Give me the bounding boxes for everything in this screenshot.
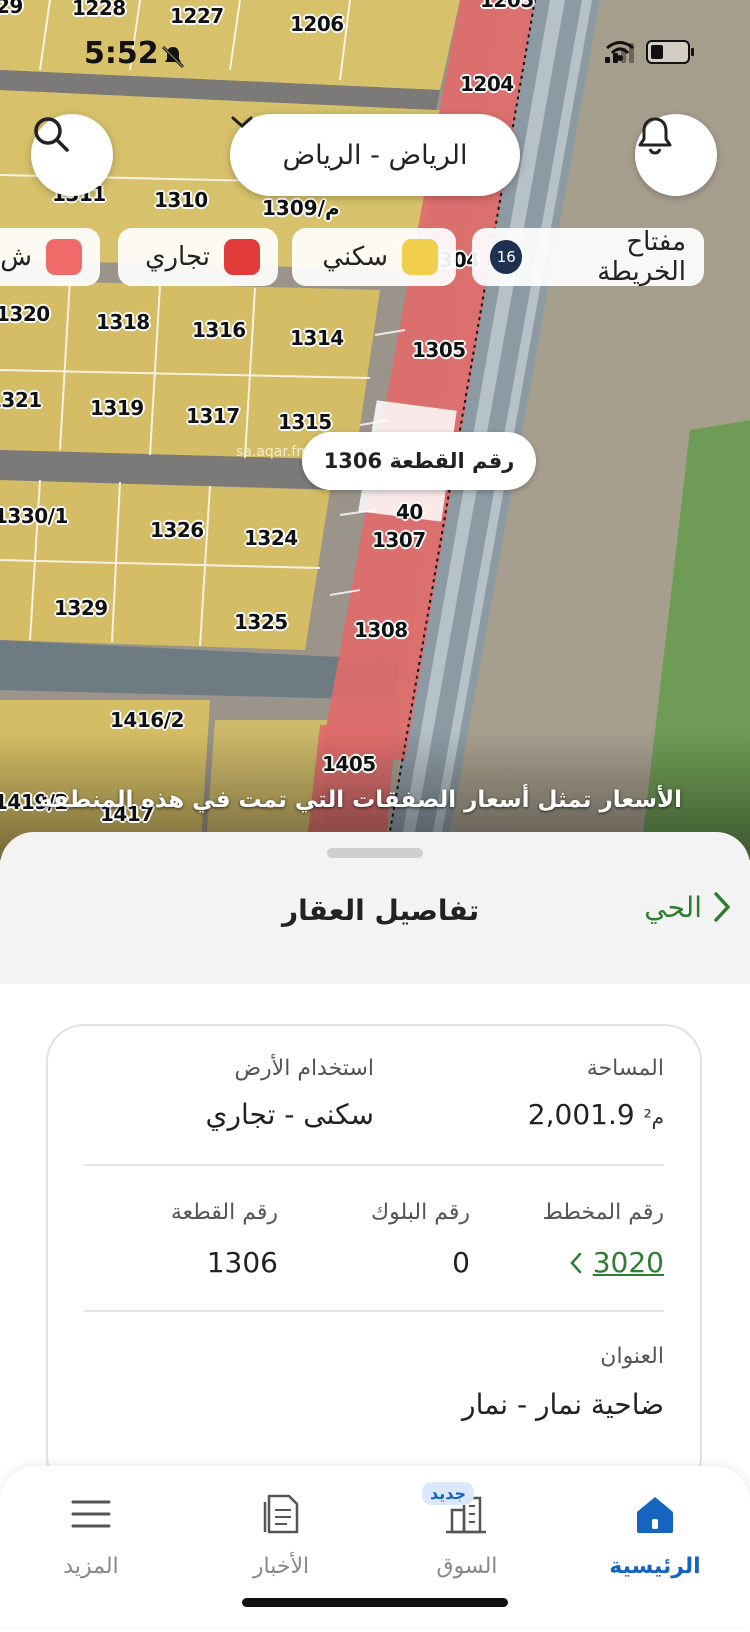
area-label: المساحة bbox=[586, 1056, 664, 1081]
plot-label[interactable]: 1324 bbox=[244, 526, 298, 550]
plot-label[interactable]: 1321 bbox=[0, 388, 42, 412]
notifications-button[interactable] bbox=[635, 114, 717, 196]
address-label: العنوان bbox=[600, 1344, 664, 1369]
tab-market[interactable]: جديد السوق bbox=[392, 1466, 542, 1586]
neighborhood-back-label: الحي bbox=[644, 890, 702, 924]
plot-label[interactable]: 1307 bbox=[372, 528, 426, 552]
plan-number-link[interactable]: 3020 bbox=[569, 1246, 664, 1279]
plot-label[interactable]: 40 bbox=[396, 500, 423, 524]
legend-item-label: تجاري bbox=[145, 242, 210, 272]
plot-label[interactable]: 1305 bbox=[412, 338, 466, 362]
chevron-down-icon bbox=[231, 116, 253, 129]
divider bbox=[84, 1164, 664, 1166]
area-unit: م² bbox=[643, 1105, 664, 1129]
address-value: ضاحية نمار - نمار bbox=[462, 1388, 664, 1421]
plot-label[interactable]: 29 bbox=[0, 0, 23, 18]
land-use-label: استخدام الأرض bbox=[234, 1056, 374, 1081]
tab-label: الرئيسية bbox=[609, 1554, 701, 1579]
plot-label[interactable]: 1330/1 bbox=[0, 504, 68, 528]
divider bbox=[84, 1310, 664, 1312]
search-icon bbox=[34, 117, 69, 152]
bell-icon bbox=[638, 117, 672, 155]
tab-more[interactable]: المزيد bbox=[16, 1466, 166, 1586]
selected-plot-label[interactable]: رقم القطعة 1306 bbox=[302, 432, 536, 490]
area-number: 2,001.9 bbox=[527, 1098, 635, 1131]
plot-label[interactable]: 1320 bbox=[0, 302, 50, 326]
city-select[interactable]: الرياض - الرياض bbox=[230, 114, 520, 196]
legend-item-label: سكني bbox=[322, 242, 388, 272]
plot-label[interactable]: 1309/م bbox=[262, 196, 340, 220]
tab-news[interactable]: الأخبار bbox=[206, 1466, 356, 1586]
legend-item-label: ش bbox=[0, 242, 32, 272]
price-note: الأسعار تمثل أسعار الصفقات التي تمت في ه… bbox=[39, 787, 682, 813]
chevron-left-icon bbox=[570, 1252, 581, 1273]
plot-label[interactable]: 1416/2 bbox=[110, 708, 184, 732]
plan-number-value[interactable]: 3020 bbox=[593, 1246, 664, 1279]
plan-number-label: رقم المخطط bbox=[542, 1200, 664, 1225]
plot-label[interactable]: 1316 bbox=[192, 318, 246, 342]
wifi-icon bbox=[606, 41, 634, 61]
map-legend-title: مفتاح الخريطة bbox=[597, 227, 686, 287]
plot-label[interactable]: 1326 bbox=[150, 518, 204, 542]
map-watermark: sa.aqar.fm bbox=[236, 444, 310, 460]
land-use-value: سكنى - تجاري bbox=[205, 1098, 374, 1131]
battery-icon bbox=[646, 40, 694, 64]
neighborhood-back-button[interactable]: الحي bbox=[644, 890, 732, 924]
city-select-label: الرياض - الرياض bbox=[282, 139, 468, 171]
chevron-right-icon bbox=[714, 892, 730, 922]
legend-item-commercial[interactable]: تجاري bbox=[118, 228, 278, 286]
sheet-drag-handle[interactable] bbox=[327, 848, 423, 858]
residential-swatch bbox=[402, 239, 438, 275]
legend-item-residential[interactable]: سكني bbox=[292, 228, 456, 286]
plot-label[interactable]: 1315 bbox=[278, 410, 332, 434]
map-view[interactable]: 29 1228 1227 1206 1205 1204 1303 1311 13… bbox=[0, 0, 750, 860]
plot-label[interactable]: 1329 bbox=[54, 596, 108, 620]
plot-label[interactable]: 1204 bbox=[460, 72, 514, 96]
status-indicators bbox=[605, 40, 694, 64]
block-number-value: 0 bbox=[452, 1246, 470, 1279]
sheet-header: تفاصيل العقار الحي bbox=[0, 872, 750, 958]
status-time: 5:52 bbox=[84, 36, 159, 71]
plot-label[interactable]: 1318 bbox=[96, 310, 150, 334]
new-badge: جديد bbox=[422, 1482, 475, 1505]
legend-count-badge: 16 bbox=[490, 240, 523, 274]
commercial-swatch bbox=[224, 239, 260, 275]
plot-label[interactable]: 1319 bbox=[90, 396, 144, 420]
plot-label[interactable]: 1310 bbox=[154, 188, 208, 212]
plot-label[interactable]: 1325 bbox=[234, 610, 288, 634]
plot-label[interactable]: 1227 bbox=[170, 4, 224, 28]
other-swatch bbox=[46, 239, 82, 275]
plot-label[interactable]: 1228 bbox=[72, 0, 126, 20]
area-value: م² 2,001.9 bbox=[528, 1098, 664, 1131]
block-number-label: رقم البلوك bbox=[370, 1200, 470, 1225]
home-indicator bbox=[242, 1598, 508, 1607]
news-icon bbox=[263, 1494, 299, 1534]
plot-number-value: 1306 bbox=[206, 1246, 278, 1279]
plot-label[interactable]: 1206 bbox=[290, 12, 344, 36]
plot-label[interactable]: 1314 bbox=[290, 326, 344, 350]
tab-label: الأخبار bbox=[252, 1554, 310, 1579]
legend-item-other[interactable]: ش bbox=[0, 228, 100, 286]
plot-number-label: رقم القطعة bbox=[170, 1200, 278, 1225]
tab-label: السوق bbox=[436, 1554, 498, 1579]
map-legend-button[interactable]: مفتاح الخريطة 16 bbox=[472, 227, 704, 287]
property-details-card: المساحة م² 2,001.9 استخدام الأرض سكنى - … bbox=[46, 1024, 702, 1494]
sheet-title: تفاصيل العقار bbox=[282, 894, 480, 927]
plot-label[interactable]: 1205 bbox=[480, 0, 534, 12]
plot-label[interactable]: 1308 bbox=[354, 618, 408, 642]
search-button[interactable] bbox=[31, 114, 113, 196]
tab-home[interactable]: الرئيسية bbox=[580, 1466, 730, 1586]
plot-label[interactable]: 1317 bbox=[186, 404, 240, 428]
menu-icon bbox=[71, 1500, 111, 1528]
tab-label: المزيد bbox=[63, 1554, 119, 1579]
home-icon bbox=[637, 1497, 673, 1533]
